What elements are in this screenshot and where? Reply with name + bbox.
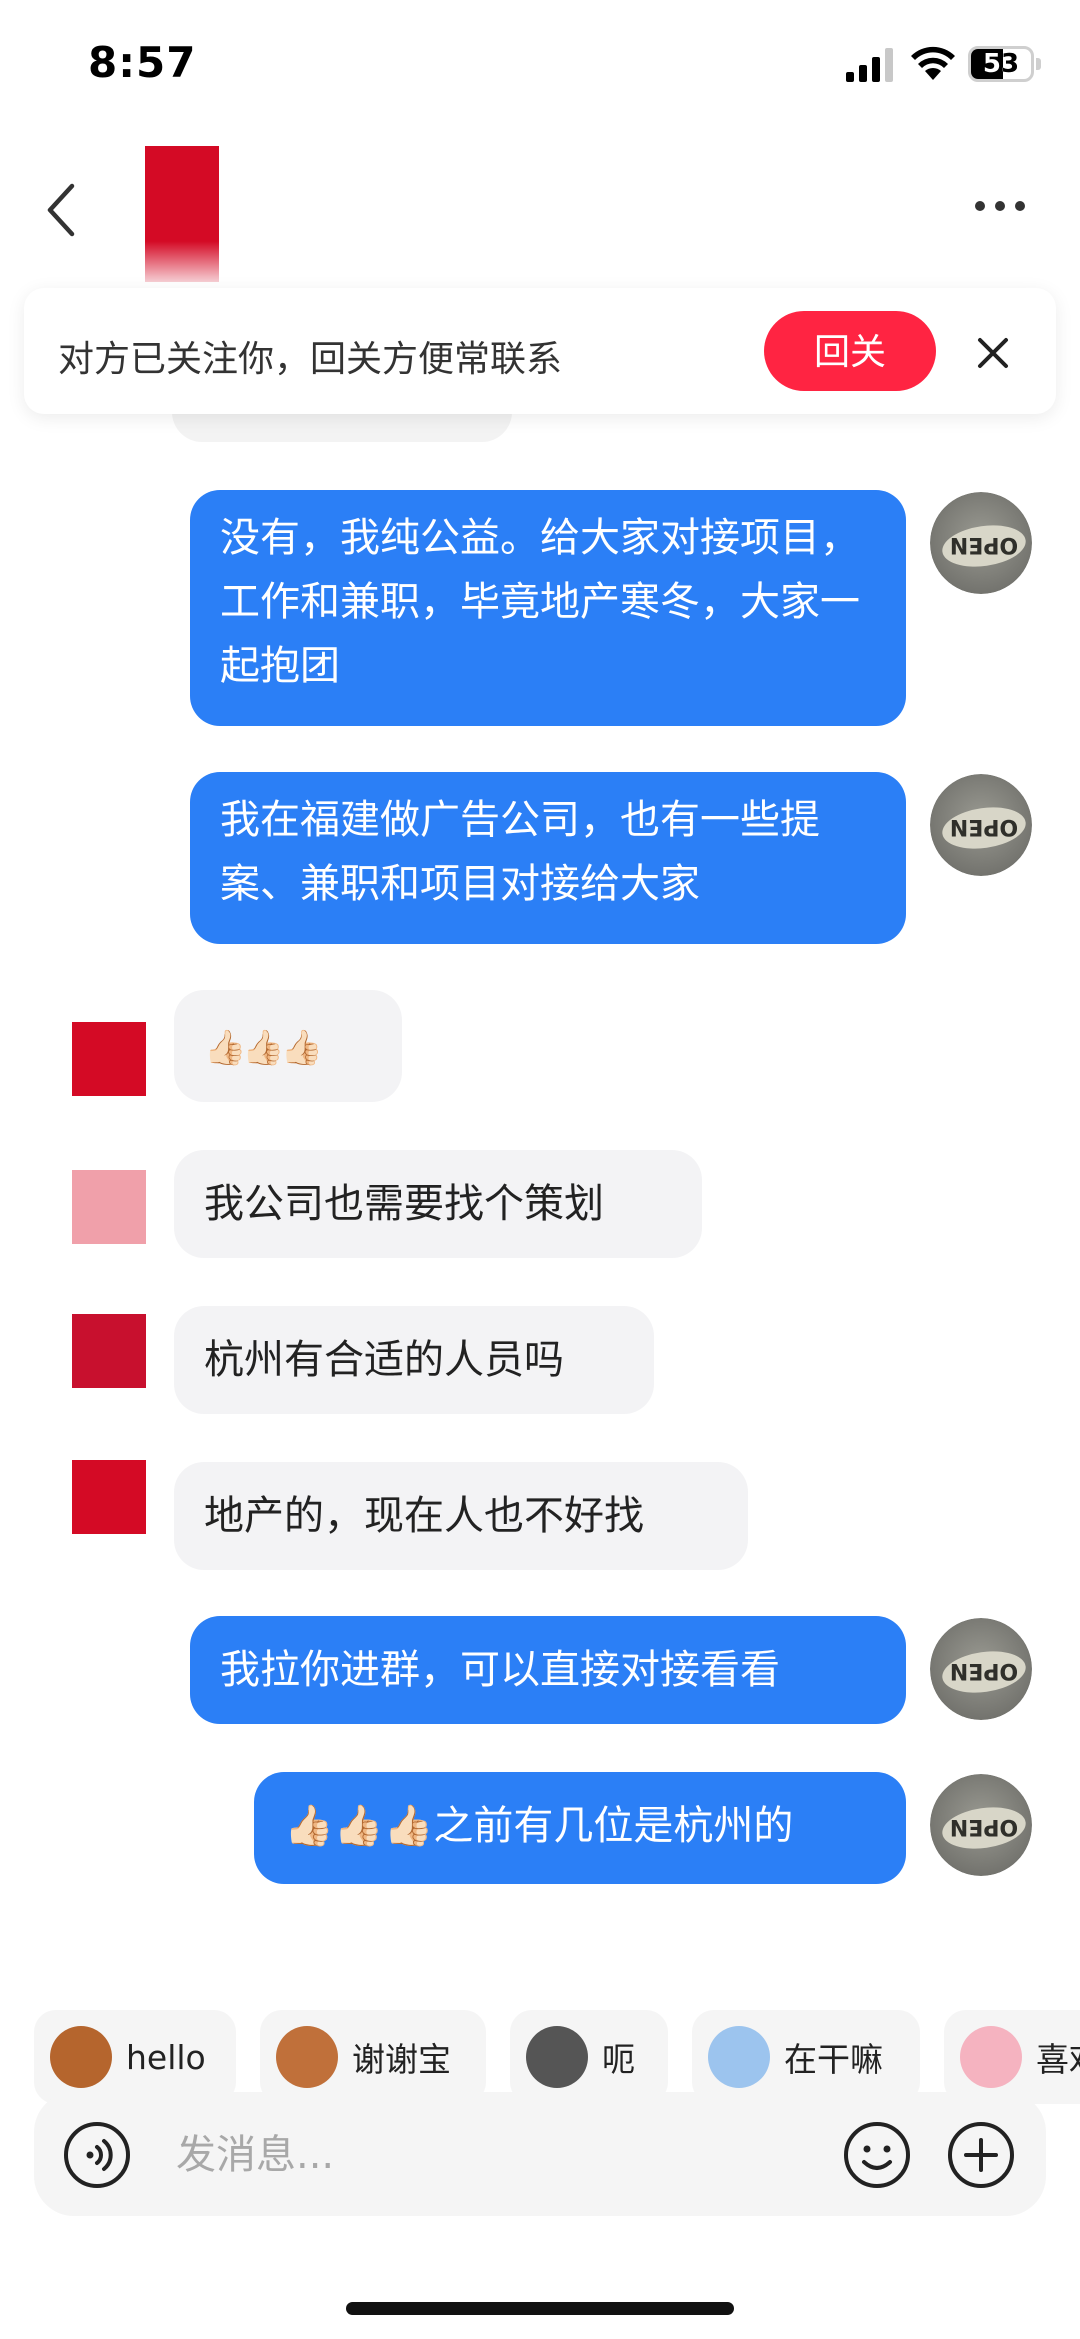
close-icon[interactable] [970, 330, 1016, 376]
quick-reply-label: hello [126, 2037, 206, 2077]
avatar-image: OPEN [930, 492, 1032, 594]
quick-reply-uh[interactable]: 呃 [510, 2010, 668, 2104]
message-text: 👍🏻👍🏻👍🏻之前有几位是杭州的 [284, 1803, 794, 1849]
contact-avatar-header[interactable] [145, 146, 219, 282]
message-text: 杭州有合适的人员吗 [204, 1337, 564, 1383]
cat-icon [526, 2026, 588, 2088]
magnifier-girl-icon [708, 2026, 770, 2088]
message-text: 我公司也需要找个策划 [204, 1181, 604, 1227]
quick-reply-label: 呃 [602, 2040, 635, 2079]
status-time: 8:57 [88, 38, 197, 87]
contact-avatar[interactable] [72, 1314, 146, 1388]
avatar-image: OPEN [930, 774, 1032, 876]
monkey-icon [50, 2026, 112, 2088]
battery-icon: 53 [968, 46, 1034, 82]
message-text: 我拉你进群，可以直接对接看看 [220, 1647, 780, 1693]
thumbs-up-icon: 👍🏻👍🏻👍🏻 [204, 1028, 323, 1068]
message-bubble-outgoing[interactable]: 👍🏻👍🏻👍🏻之前有几位是杭州的 [254, 1772, 906, 1884]
wifi-icon [911, 46, 955, 80]
my-avatar[interactable]: OPEN [930, 774, 1032, 876]
message-input[interactable] [176, 2120, 796, 2190]
avatar-image: OPEN [930, 1618, 1032, 1720]
message-bubble-incoming[interactable]: 👍🏻👍🏻👍🏻 [174, 990, 402, 1102]
message-text: 地产的，现在人也不好找 [204, 1493, 644, 1539]
pig-icon [960, 2026, 1022, 2088]
battery-level: 53 [982, 49, 1020, 79]
quick-reply-label: 在干嘛 [784, 2040, 883, 2079]
voice-input-icon[interactable] [62, 2120, 132, 2190]
avatar-open-text: OPEN [950, 1814, 1018, 1839]
avatar-open-text: OPEN [950, 814, 1018, 839]
contact-avatar[interactable] [72, 1022, 146, 1096]
message-bubble-outgoing[interactable]: 我在福建做广告公司，也有一些提案、兼职和项目对接给大家 [190, 772, 906, 944]
message-bubble-incoming[interactable]: 地产的，现在人也不好找 [174, 1462, 748, 1570]
quick-reply-label: 谢谢宝 [352, 2040, 451, 2079]
quick-reply-thanks[interactable]: 谢谢宝 [260, 2010, 486, 2104]
follow-banner-text: 对方已关注你，回关方便常联系 [58, 339, 563, 380]
my-avatar[interactable]: OPEN [930, 492, 1032, 594]
monkey-flower-icon [276, 2026, 338, 2088]
message-text: 我在福建做广告公司，也有一些提案、兼职和项目对接给大家 [220, 797, 820, 907]
back-arrow-icon[interactable] [40, 180, 86, 240]
message-bubble-outgoing[interactable]: 没有，我纯公益。给大家对接项目，工作和兼职，毕竟地产寒冬，大家一起抱团 [190, 490, 906, 726]
message-bubble-outgoing[interactable]: 我拉你进群，可以直接对接看看 [190, 1616, 906, 1724]
follow-back-button[interactable]: 回关 [764, 311, 936, 391]
quick-reply-whats-up[interactable]: 在干嘛 [692, 2010, 920, 2104]
cellular-signal-icon [846, 48, 893, 82]
emoji-icon[interactable] [842, 2120, 912, 2190]
message-bubble-incoming[interactable]: 我公司也需要找个策划 [174, 1150, 702, 1258]
add-attachment-icon[interactable] [946, 2120, 1016, 2190]
battery-tip [1036, 58, 1041, 70]
avatar-open-text: OPEN [950, 1658, 1018, 1683]
contact-avatar[interactable] [72, 1170, 146, 1244]
message-bubble-incoming[interactable]: 杭州有合适的人员吗 [174, 1306, 654, 1414]
my-avatar[interactable]: OPEN [930, 1774, 1032, 1876]
home-indicator [346, 2302, 734, 2315]
quick-reply-label: 喜欢 [1036, 2040, 1080, 2079]
quick-reply-like[interactable]: 喜欢 [944, 2010, 1080, 2104]
avatar-open-text: OPEN [950, 532, 1018, 557]
avatar-image: OPEN [930, 1774, 1032, 1876]
message-text: 没有，我纯公益。给大家对接项目，工作和兼职，毕竟地产寒冬，大家一起抱团 [220, 515, 860, 689]
contact-avatar[interactable] [72, 1460, 146, 1534]
quick-reply-hello[interactable]: hello [34, 2010, 236, 2104]
more-options-icon[interactable] [972, 196, 1028, 216]
my-avatar[interactable]: OPEN [930, 1618, 1032, 1720]
